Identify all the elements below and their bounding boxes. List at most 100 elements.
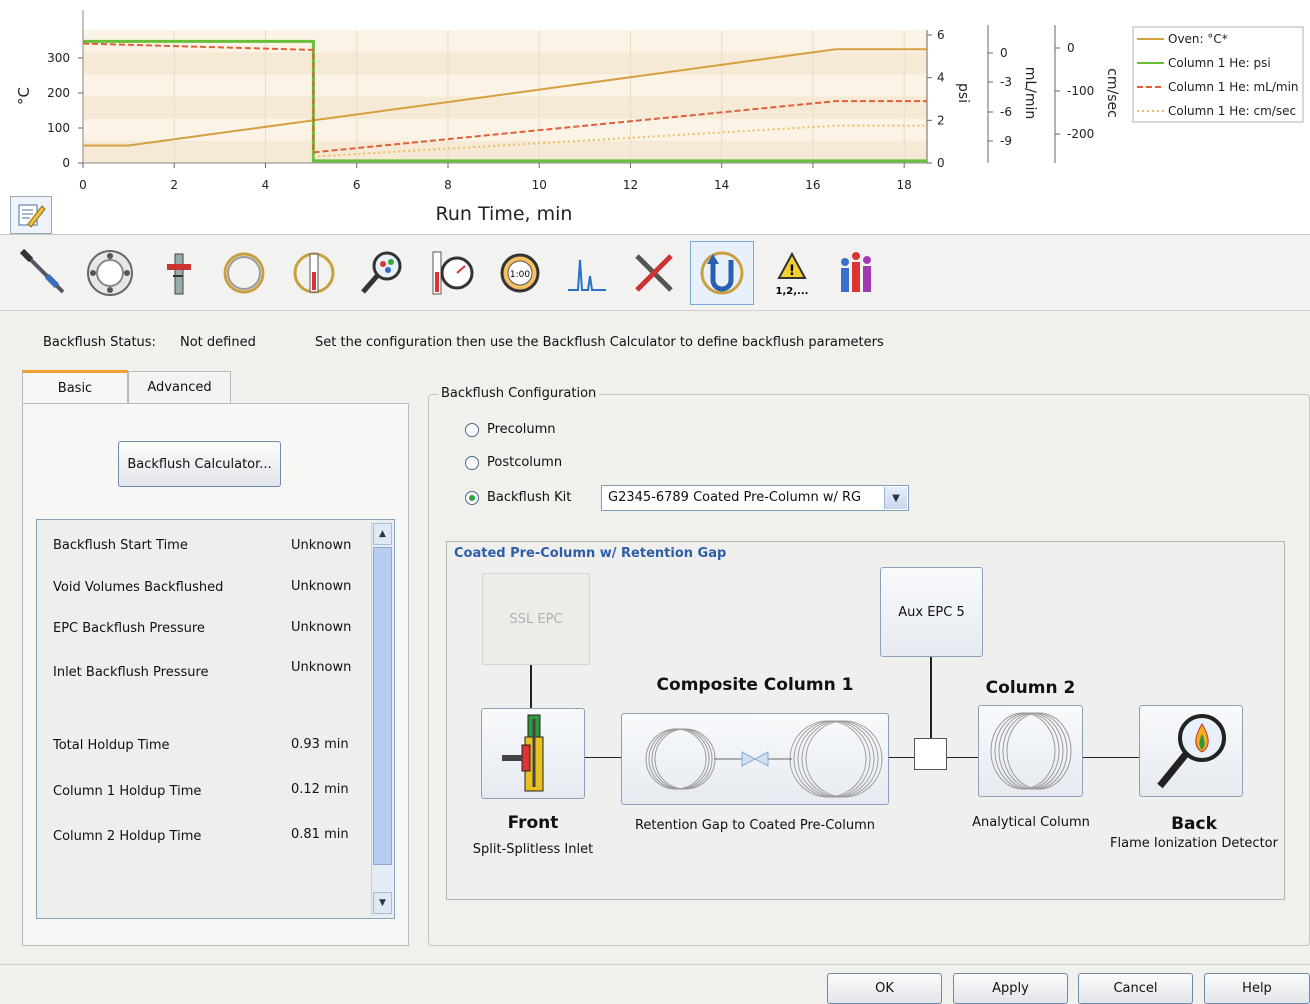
result-label-column1-holdup: Column 1 Holdup Time (53, 784, 202, 799)
tab-basic[interactable]: Basic (22, 370, 128, 404)
column-icon[interactable] (212, 241, 276, 305)
chart-canvas: 0 2 4 6 8 10 12 14 16 18Run Time, min0100200300°C… (15, 10, 1304, 225)
backflush-icon[interactable] (690, 241, 754, 305)
front-title: Front (507, 813, 559, 833)
wire-column1-to-tee (889, 757, 914, 758)
result-label-inlet-pressure: Inlet Backflush Pressure (53, 665, 209, 680)
result-value-inlet-pressure: Unknown (291, 660, 352, 675)
back-title: Back (1171, 814, 1217, 834)
inlet-icon (502, 714, 544, 792)
composite-column-icon (645, 720, 883, 798)
ok-button[interactable]: OK (827, 973, 942, 1004)
x-tick-label: 6 (353, 178, 361, 192)
method-toolbar: 1:00 ! 1,2,... (0, 235, 1310, 311)
fid-detector-icon (1157, 714, 1226, 789)
y-mlmin-tick-label: -9 (1000, 134, 1012, 148)
y-mlmin-tick-label: -6 (1000, 105, 1012, 119)
column2-caption: Analytical Column (972, 815, 1090, 830)
y-left-tick-label: 100 (47, 121, 70, 135)
wire-inlet-to-column1 (585, 757, 621, 758)
result-value-column1-holdup: 0.12 min (291, 782, 349, 797)
y-psi-tick-label: 6 (937, 28, 945, 42)
signal-icon[interactable] (555, 241, 619, 305)
ssl-epc-box: SSL EPC (482, 573, 590, 665)
aux-epc-box[interactable]: Aux EPC 5 (880, 567, 983, 657)
backflush-hint: Set the configuration then use the Backf… (315, 335, 884, 350)
y-mlmin-tick-label: -3 (1000, 75, 1012, 89)
apply-button[interactable]: Apply (953, 973, 1068, 1004)
result-label-total-holdup: Total Holdup Time (53, 738, 170, 753)
plot-band (83, 96, 927, 120)
runtime-icon[interactable]: 1:00 (488, 241, 552, 305)
column2-box[interactable] (978, 705, 1083, 797)
plot-band (83, 52, 927, 75)
cancel-button[interactable]: Cancel (1078, 973, 1193, 1004)
svg-text:!: ! (789, 263, 795, 279)
legend-label-1: Oven: °C* (1168, 32, 1228, 46)
wire-ssl-to-inlet (530, 665, 532, 708)
tab-basic-label: Basic (57, 381, 93, 396)
y-psi-axis-label: psi (955, 83, 971, 103)
y-mlmin-tick-label: 0 (1000, 46, 1008, 60)
sampler-tray-icon[interactable] (78, 241, 142, 305)
footer-divider (0, 964, 1310, 965)
radio-precolumn[interactable] (465, 423, 479, 437)
x-tick-label: 2 (170, 178, 178, 192)
valve-icon[interactable] (146, 241, 210, 305)
edit-chart-icon[interactable] (10, 196, 52, 234)
y-psi-tick-label: 4 (937, 71, 945, 85)
oven-icon[interactable] (282, 241, 346, 305)
y-psi-tick-label: 2 (937, 113, 945, 127)
result-label-column2-holdup: Column 2 Holdup Time (53, 829, 202, 844)
front-caption: Split-Splitless Inlet (472, 842, 594, 857)
status-icon[interactable] (826, 241, 890, 305)
y-cmsec-tick-label: -200 (1067, 127, 1094, 141)
radio-postcolumn[interactable] (465, 456, 479, 470)
aux-pressure-icon[interactable] (418, 241, 482, 305)
back-caption: Flame Ionization Detector (1110, 836, 1278, 851)
result-value-start-time: Unknown (291, 538, 352, 553)
results-list: Backflush Start Time Unknown Void Volume… (36, 519, 395, 919)
detector-icon[interactable] (350, 241, 414, 305)
events-label: 1,2,... (776, 286, 809, 297)
y-psi-tick-label: 0 (937, 156, 945, 170)
scroll-down-icon[interactable]: ▼ (373, 892, 392, 914)
result-label-start-time: Backflush Start Time (53, 538, 188, 553)
y-cmsec-tick-label: 0 (1067, 41, 1075, 55)
scroll-up-icon[interactable]: ▲ (373, 523, 392, 545)
plot-band (83, 118, 927, 142)
tab-advanced-label: Advanced (147, 380, 212, 395)
backflush-kit-select[interactable]: G2345-6789 Coated Pre-Column w/ RG ▼ (601, 485, 909, 511)
result-value-void-volumes: Unknown (291, 579, 352, 594)
ssl-epc-label: SSL EPC (509, 611, 563, 627)
diagram-title: Coated Pre-Column w/ Retention Gap (454, 546, 727, 561)
composite-column-caption: Retention Gap to Coated Pre-Column (634, 818, 876, 833)
scroll-thumb[interactable] (373, 547, 392, 865)
result-label-void-volumes: Void Volumes Backflushed (53, 580, 224, 595)
injector-icon[interactable] (12, 241, 76, 305)
back-detector-box[interactable] (1139, 705, 1243, 797)
x-tick-label: 0 (79, 178, 87, 192)
radio-backflush-kit[interactable] (465, 491, 479, 505)
events-icon[interactable]: ! 1,2,... (760, 241, 824, 305)
results-scrollbar[interactable]: ▲ ▼ (371, 522, 393, 916)
result-value-total-holdup: 0.93 min (291, 737, 349, 752)
y-left-axis-label: °C (15, 87, 33, 105)
y-mlmin-axis-label: mL/min (1022, 67, 1038, 120)
backflush-status-value: Not defined (180, 335, 256, 350)
result-value-epc-pressure: Unknown (291, 620, 352, 635)
composite-column-box[interactable] (621, 713, 889, 805)
backflush-calculator-button[interactable]: Backflush Calculator... (118, 441, 281, 487)
radio-postcolumn-label: Postcolumn (487, 455, 563, 470)
y-cmsec-axis-label: cm/sec (1104, 68, 1120, 118)
front-inlet-box[interactable] (481, 708, 585, 799)
x-tick-label: 12 (623, 178, 638, 192)
backflush-kit-value: G2345-6789 Coated Pre-Column w/ RG (608, 490, 862, 505)
chevron-down-icon[interactable]: ▼ (884, 487, 907, 509)
column2-title: Column 2 (985, 678, 1076, 698)
legend-label-3: Column 1 He: mL/min (1168, 80, 1299, 94)
backflush-configuration-title: Backflush Configuration (438, 386, 600, 401)
tab-advanced[interactable]: Advanced (128, 371, 231, 403)
help-button[interactable]: Help (1204, 973, 1310, 1004)
configuration-icon[interactable] (622, 241, 686, 305)
